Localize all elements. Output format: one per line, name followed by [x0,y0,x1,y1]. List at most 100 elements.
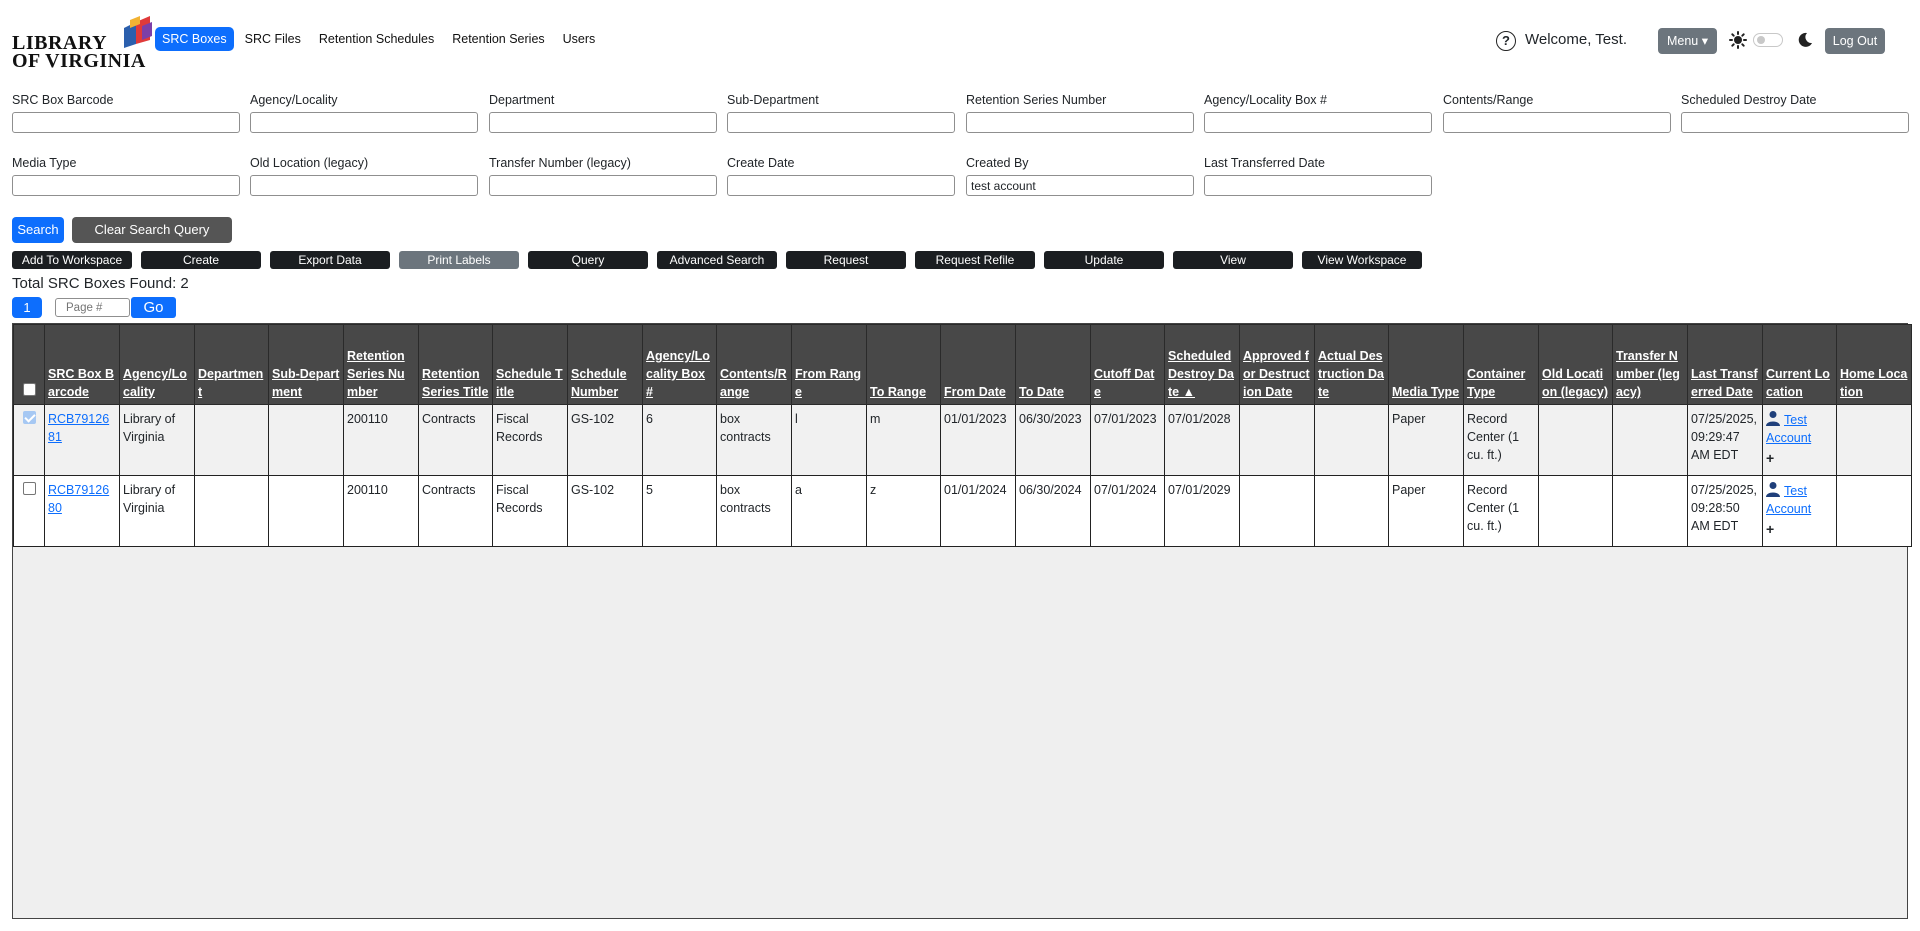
field-sub-department: Sub-Department [727,93,955,133]
col-src-box-barcode[interactable]: SRC Box Barcode [44,324,120,405]
src-box-barcode-input[interactable] [12,112,240,133]
create-button[interactable]: Create [141,251,261,269]
query-button[interactable]: Query [528,251,648,269]
cell-box-number: 6 [642,404,717,476]
col-transfer-number[interactable]: Transfer Number (legacy) [1612,324,1688,405]
col-from-date[interactable]: From Date [940,324,1016,405]
col-current-location[interactable]: Current Location [1762,324,1837,405]
field-label: Old Location (legacy) [250,156,369,170]
created-by-input[interactable] [966,175,1194,196]
search-button[interactable]: Search [12,217,64,243]
col-last-transferred-date[interactable]: Last Transferred Date [1687,324,1763,405]
row-select-cell [13,475,45,547]
add-location-button[interactable]: + [1766,520,1833,538]
add-to-workspace-button[interactable]: Add To Workspace [12,251,132,269]
col-container-type[interactable]: Container Type [1463,324,1539,405]
table-row[interactable]: RCB7912681 Library of Virginia 200110 Co… [13,404,1912,476]
cell-contents-range: box contracts [716,404,792,476]
field-old-location: Old Location (legacy) [250,156,478,196]
add-location-button[interactable]: + [1766,449,1833,467]
request-button[interactable]: Request [786,251,906,269]
nav-retention-schedules[interactable]: Retention Schedules [312,27,441,51]
nav-src-boxes[interactable]: SRC Boxes [155,27,234,51]
retention-series-number-input[interactable] [966,112,1194,133]
col-home-location[interactable]: Home Location [1836,324,1912,405]
field-label: Sub-Department [727,93,819,107]
barcode-link[interactable]: RCB7912681 [48,412,109,444]
col-schedule-number[interactable]: Schedule Number [567,324,643,405]
field-label: SRC Box Barcode [12,93,114,107]
logo-mark-icon [124,16,152,48]
results-table: SRC Box Barcode Agency/Locality Departme… [13,324,1912,547]
row-checkbox[interactable] [22,411,36,424]
col-media-type[interactable]: Media Type [1388,324,1464,405]
col-to-range[interactable]: To Range [866,324,941,405]
advanced-search-button[interactable]: Advanced Search [657,251,777,269]
field-label: Transfer Number (legacy) [489,156,631,170]
col-agency-locality-box[interactable]: Agency/Locality Box # [642,324,717,405]
col-department[interactable]: Department [194,324,269,405]
cell-box-number: 5 [642,475,717,547]
cell-series-title: Contracts [418,475,493,547]
cell-to-range: m [866,404,941,476]
field-media-type: Media Type [12,156,240,196]
table-row[interactable]: RCB7912680 Library of Virginia 200110 Co… [13,475,1912,547]
col-actual-destruction-date[interactable]: Actual Destruction Date [1314,324,1389,405]
cell-from-range: l [791,404,867,476]
transfer-number-input[interactable] [489,175,717,196]
nav-retention-series[interactable]: Retention Series [445,27,551,51]
export-data-button[interactable]: Export Data [270,251,390,269]
go-button[interactable]: Go [131,297,176,318]
col-sub-department[interactable]: Sub-Department [268,324,344,405]
header: LIBRARY OF VIRGINIA SRC Boxes SRC Files … [0,0,1920,84]
cell-series-number: 200110 [343,475,419,547]
logout-button[interactable]: Log Out [1825,28,1885,54]
theme-toggle[interactable] [1753,33,1783,47]
view-button[interactable]: View [1173,251,1293,269]
col-schedule-title[interactable]: Schedule Title [492,324,568,405]
col-old-location[interactable]: Old Location (legacy) [1538,324,1613,405]
update-button[interactable]: Update [1044,251,1164,269]
view-workspace-button[interactable]: View Workspace [1302,251,1422,269]
contents-range-input[interactable] [1443,112,1671,133]
agency-locality-input[interactable] [250,112,478,133]
col-retention-series-title[interactable]: Retention Series Title [418,324,493,405]
scheduled-destroy-date-input[interactable] [1681,112,1909,133]
department-input[interactable] [489,112,717,133]
sub-department-input[interactable] [727,112,955,133]
create-date-input[interactable] [727,175,955,196]
col-cutoff-date[interactable]: Cutoff Date [1090,324,1165,405]
menu-button[interactable]: Menu ▾ [1658,28,1717,54]
col-scheduled-destroy-date[interactable]: Scheduled Destroy Date ▲ [1164,324,1240,405]
last-transferred-date-input[interactable] [1204,175,1432,196]
page-number-input[interactable] [55,298,130,317]
barcode-link[interactable]: RCB7912680 [48,483,109,515]
nav-users[interactable]: Users [556,27,603,51]
help-icon[interactable]: ? [1496,31,1516,51]
library-of-virginia-logo[interactable]: LIBRARY OF VIRGINIA [12,14,152,72]
col-to-date[interactable]: To Date [1015,324,1091,405]
media-type-input[interactable] [12,175,240,196]
field-label: Contents/Range [1443,93,1534,107]
col-approved-for-destruction-date[interactable]: Approved for Destruction Date [1239,324,1315,405]
cell-container-type: Record Center (1 cu. ft.) [1463,475,1539,547]
cell-contents-range: box contracts [716,475,792,547]
field-label: Scheduled Destroy Date [1681,93,1817,107]
clear-search-query-button[interactable]: Clear Search Query [72,217,232,243]
page-1-button[interactable]: 1 [12,297,42,318]
col-from-range[interactable]: From Range [791,324,867,405]
print-labels-button[interactable]: Print Labels [399,251,519,269]
request-refile-button[interactable]: Request Refile [915,251,1035,269]
cell-scheduled-destroy-date: 07/01/2028 [1164,404,1240,476]
col-retention-series-number[interactable]: Retention Series Number [343,324,419,405]
old-location-input[interactable] [250,175,478,196]
agency-locality-box-input[interactable] [1204,112,1432,133]
cell-current-location: Test Account + [1762,404,1837,476]
select-all-checkbox[interactable] [22,383,36,396]
row-checkbox[interactable] [22,482,36,495]
cell-department [194,475,269,547]
col-contents-range[interactable]: Contents/Range [716,324,792,405]
col-agency-locality[interactable]: Agency/Locality [119,324,195,405]
nav-src-files[interactable]: SRC Files [238,27,308,51]
cell-last-transferred-date: 07/25/2025, 09:28:50 AM EDT [1687,475,1763,547]
